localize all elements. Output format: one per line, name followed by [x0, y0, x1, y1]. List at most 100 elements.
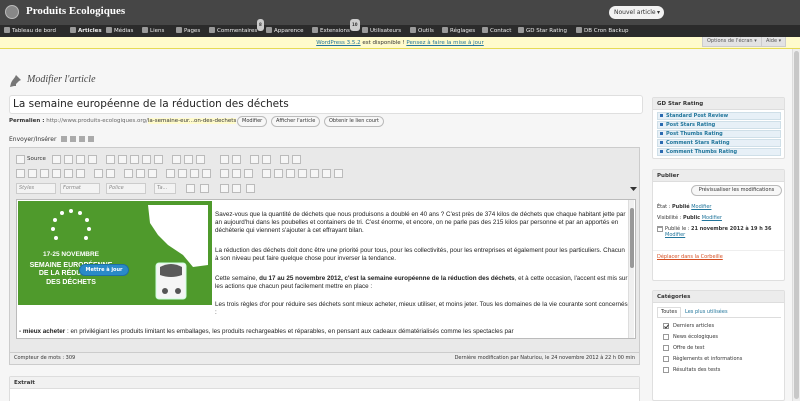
gdsr-item-comment-stars[interactable]: Comment Stars Rating	[657, 139, 781, 147]
superscript-icon[interactable]	[76, 169, 85, 178]
gdsr-item-post-stars[interactable]: Post Stars Rating	[657, 121, 781, 129]
help-tab[interactable]: Aide ▾	[761, 37, 787, 47]
menu-item-dashboard[interactable]: Tableau de bord	[4, 25, 56, 37]
show-blocks-icon[interactable]	[232, 184, 241, 193]
font-dropdown[interactable]: Police	[106, 183, 146, 194]
paste-word-icon[interactable]	[154, 155, 163, 164]
text-color-icon[interactable]	[186, 184, 195, 193]
size-dropdown[interactable]: Ta...	[154, 183, 176, 194]
menu-item-comments[interactable]: Commentaires 8	[209, 19, 264, 37]
source-button[interactable]: Source	[27, 155, 46, 164]
cut-icon[interactable]	[106, 155, 115, 164]
editor-scrollbar[interactable]	[628, 200, 634, 338]
spellcheck-icon[interactable]	[184, 155, 193, 164]
categories-title[interactable]: Catégories	[653, 291, 784, 303]
page-scrollbar[interactable]	[792, 49, 800, 401]
subscript-icon[interactable]	[64, 169, 73, 178]
new-page-icon[interactable]	[64, 155, 73, 164]
horizontal-rule-icon[interactable]	[298, 169, 307, 178]
edit-state-link[interactable]: Modifier	[691, 204, 711, 210]
flash-icon[interactable]	[274, 169, 283, 178]
menu-item-appearance[interactable]: Apparence	[266, 25, 304, 37]
unlink-icon[interactable]	[232, 169, 241, 178]
resize-arrow-icon[interactable]	[630, 186, 637, 192]
find-icon[interactable]	[250, 155, 259, 164]
move-to-trash-link[interactable]: Déplacer dans la Corbeille	[657, 254, 723, 260]
paste-text-icon[interactable]	[142, 155, 151, 164]
styles-dropdown[interactable]: Styles	[16, 183, 56, 194]
tab-all-categories[interactable]: Toutes	[657, 307, 682, 317]
gdsr-item-comment-thumbs[interactable]: Comment Thumbs Rating	[657, 148, 781, 156]
category-checkbox-news[interactable]	[663, 334, 669, 340]
numbered-list-icon[interactable]	[94, 169, 103, 178]
source-icon[interactable]	[16, 155, 25, 164]
italic-icon[interactable]	[28, 169, 37, 178]
bold-icon[interactable]	[16, 169, 25, 178]
templates-icon[interactable]	[88, 155, 97, 164]
publish-title[interactable]: Publier	[653, 170, 784, 182]
add-media-icon[interactable]	[88, 136, 95, 142]
edit-permalink-button[interactable]: Modifier	[237, 116, 268, 127]
smiley-icon[interactable]	[310, 169, 319, 178]
editor-scroll-thumb[interactable]	[630, 208, 634, 268]
get-shortlink-button[interactable]: Obtenir le lien court	[324, 116, 385, 127]
menu-item-links[interactable]: Liens	[142, 25, 164, 37]
category-checkbox-test-offer[interactable]	[663, 345, 669, 351]
add-image-icon[interactable]	[61, 136, 68, 142]
copy-icon[interactable]	[118, 155, 127, 164]
anchor-icon[interactable]	[244, 169, 253, 178]
link-icon[interactable]	[220, 169, 229, 178]
menu-item-plugins[interactable]: Extensions 10	[312, 19, 360, 37]
special-char-icon[interactable]	[322, 169, 331, 178]
post-title-input[interactable]: La semaine européenne de la réduction de…	[9, 95, 643, 114]
menu-item-media[interactable]: Médias	[106, 25, 133, 37]
strikethrough-icon[interactable]	[52, 169, 61, 178]
paste-icon[interactable]	[130, 155, 139, 164]
replace-icon[interactable]	[262, 155, 271, 164]
site-title[interactable]: Produits Ecologiques	[26, 5, 125, 17]
align-right-icon[interactable]	[190, 169, 199, 178]
maximize-icon[interactable]	[220, 184, 229, 193]
bullet-list-icon[interactable]	[106, 169, 115, 178]
category-checkbox-latest[interactable]	[663, 323, 669, 329]
spellcheck-scayt-icon[interactable]	[196, 155, 205, 164]
excerpt-title[interactable]: Extrait	[10, 377, 639, 389]
page-break-icon[interactable]	[334, 169, 343, 178]
menu-item-db-cron-backup[interactable]: DB Cron Backup	[576, 25, 629, 37]
format-dropdown[interactable]: Format	[60, 183, 100, 194]
outdent-icon[interactable]	[124, 169, 133, 178]
align-justify-icon[interactable]	[202, 169, 211, 178]
gdsr-item-standard-review[interactable]: Standard Post Review	[657, 112, 781, 120]
edit-date-link[interactable]: Modifier	[665, 232, 685, 238]
menu-item-gd-star-rating[interactable]: GD Star Rating	[518, 25, 567, 37]
menu-item-settings[interactable]: Réglages	[442, 25, 475, 37]
select-all-icon[interactable]	[280, 155, 289, 164]
print-icon[interactable]	[172, 155, 181, 164]
gd-star-rating-title[interactable]: GD Star Rating	[653, 98, 784, 110]
menu-item-posts[interactable]: Articles	[70, 25, 102, 37]
preview-changes-button[interactable]: Prévisualiser les modifications	[691, 185, 782, 196]
menu-item-pages[interactable]: Pages	[176, 25, 200, 37]
background-color-icon[interactable]	[200, 184, 209, 193]
menu-item-tools[interactable]: Outils	[410, 25, 434, 37]
add-video-icon[interactable]	[70, 136, 77, 142]
edit-visibility-link[interactable]: Modifier	[702, 215, 722, 221]
menu-item-users[interactable]: Utilisateurs	[362, 25, 401, 37]
category-checkbox-results[interactable]	[663, 367, 669, 373]
tab-most-used-categories[interactable]: Les plus utilisées	[685, 308, 728, 317]
page-scroll-thumb[interactable]	[794, 51, 799, 399]
about-icon[interactable]	[246, 184, 255, 193]
remove-format-icon[interactable]	[292, 155, 301, 164]
indent-icon[interactable]	[136, 169, 145, 178]
image-icon[interactable]	[262, 169, 271, 178]
undo-icon[interactable]	[220, 155, 229, 164]
menu-item-contact[interactable]: Contact	[482, 25, 511, 37]
add-audio-icon[interactable]	[79, 136, 86, 142]
gdsr-item-post-thumbs[interactable]: Post Thumbs Rating	[657, 130, 781, 138]
align-left-icon[interactable]	[166, 169, 175, 178]
wordpress-version-link[interactable]: WordPress 3.5.2	[316, 40, 360, 46]
redo-icon[interactable]	[232, 155, 241, 164]
update-now-link[interactable]: Pensez à faire la mise à jour	[406, 40, 483, 46]
align-center-icon[interactable]	[178, 169, 187, 178]
category-checkbox-rules[interactable]	[663, 356, 669, 362]
